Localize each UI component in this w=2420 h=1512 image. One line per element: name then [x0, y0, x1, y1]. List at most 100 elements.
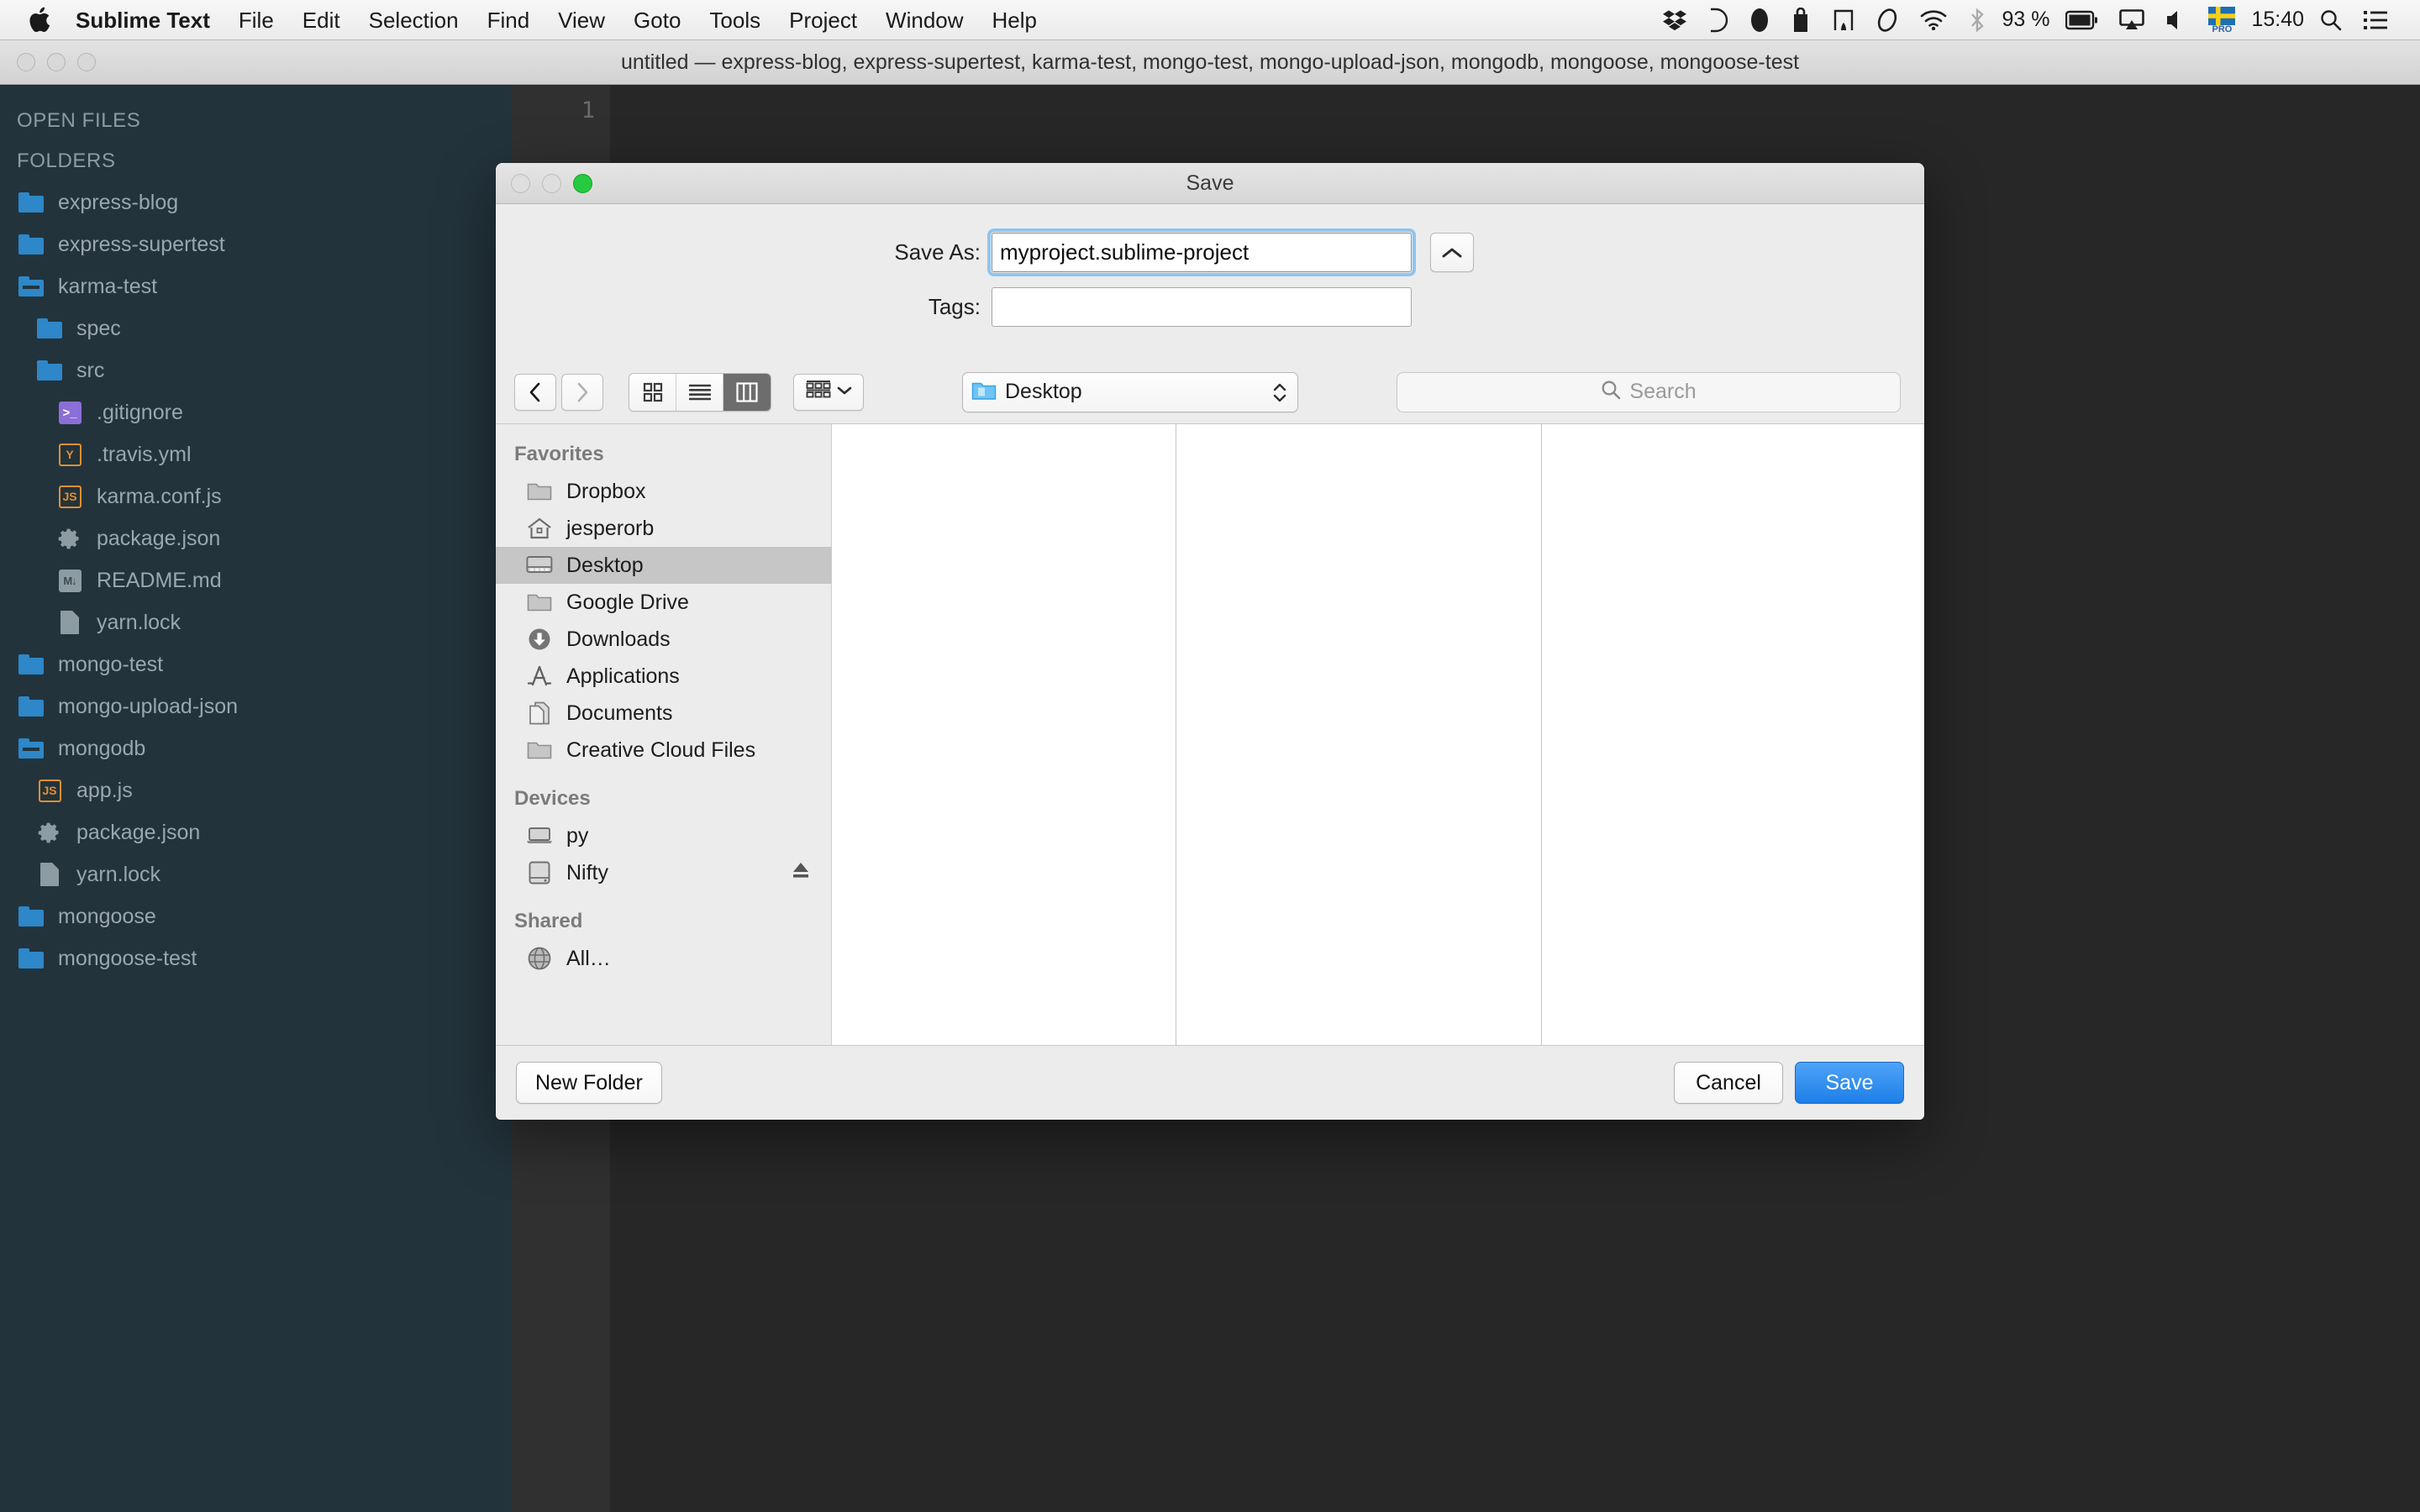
sidebar-item-app-js[interactable]: JS app.js	[0, 769, 511, 811]
sidebar-item-label: app.js	[76, 778, 133, 802]
sidebar-item-package-json-1[interactable]: package.json	[0, 517, 511, 559]
sidebar-item-karma-conf-js[interactable]: JS karma.conf.js	[0, 475, 511, 517]
place-item-creative-cloud-files[interactable]: Creative Cloud Files	[496, 732, 831, 769]
icon-view-icon[interactable]	[629, 373, 676, 411]
place-item-downloads[interactable]: Downloads	[496, 621, 831, 658]
folder-open-icon	[17, 736, 45, 761]
swedish-flag-icon[interactable]: PRO	[2197, 0, 2246, 40]
search-input[interactable]: Search	[1397, 371, 1901, 412]
sidebar-item-gitignore[interactable]: >_ .gitignore	[0, 391, 511, 433]
mouse-icon[interactable]	[1739, 0, 1780, 40]
wifi-icon[interactable]	[1909, 0, 1958, 40]
dropbox-icon[interactable]	[1652, 0, 1697, 40]
browser-column-1[interactable]	[832, 424, 1176, 1045]
chevron-up-icon[interactable]	[1430, 233, 1474, 272]
location-popup-button[interactable]: Desktop	[962, 371, 1298, 412]
sidebar-item-label: yarn.lock	[97, 610, 182, 634]
sidebar-item-yarn-lock-1[interactable]: yarn.lock	[0, 601, 511, 643]
sidebar-item-label: package.json	[97, 526, 221, 550]
sidebar-item-label: karma-test	[58, 274, 158, 298]
menu-item-selection[interactable]: Selection	[355, 0, 473, 40]
minimize-button[interactable]	[47, 53, 66, 71]
sidebar-item-label: mongo-upload-json	[58, 694, 239, 718]
project-sidebar[interactable]: OPEN FILES FOLDERS express-blog express-…	[0, 86, 511, 1512]
bluetooth-icon[interactable]	[1958, 0, 1996, 40]
place-item-documents[interactable]: Documents	[496, 695, 831, 732]
chevron-right-icon[interactable]	[561, 373, 603, 411]
place-item-dropbox[interactable]: Dropbox	[496, 473, 831, 510]
view-mode-segmented-control[interactable]	[629, 372, 771, 412]
place-item-py[interactable]: py	[496, 817, 831, 854]
eject-icon[interactable]	[791, 860, 811, 886]
file-browser-columns[interactable]	[832, 424, 1924, 1045]
places-sidebar[interactable]: Favorites Dropbox jesperorb Desktop Goog…	[496, 424, 832, 1045]
sidebar-item-travis-yml[interactable]: Y .travis.yml	[0, 433, 511, 475]
menu-item-tools[interactable]: Tools	[695, 0, 775, 40]
search-icon[interactable]	[2309, 0, 2353, 40]
folder-icon	[17, 190, 45, 215]
dialog-zoom-button[interactable]	[573, 173, 592, 193]
app-icon[interactable]	[1822, 0, 1865, 40]
menu-item-sublime-text[interactable]: Sublime Text	[72, 0, 224, 40]
notification-center-icon[interactable]	[2353, 0, 2398, 40]
menu-item-view[interactable]: View	[544, 0, 619, 40]
place-item-google-drive[interactable]: Google Drive	[496, 584, 831, 621]
apple-logo-icon[interactable]	[29, 7, 50, 33]
battery-icon[interactable]	[2054, 0, 2108, 40]
sidebar-item-package-json-2[interactable]: package.json	[0, 811, 511, 853]
sidebar-item-yarn-lock-2[interactable]: yarn.lock	[0, 853, 511, 895]
sidebar-item-readme-md[interactable]: M↓ README.md	[0, 559, 511, 601]
sidebar-item-label: .gitignore	[97, 400, 183, 424]
place-item-jesperorb[interactable]: jesperorb	[496, 510, 831, 547]
cloud-icon[interactable]	[1865, 0, 1909, 40]
menu-item-file[interactable]: File	[224, 0, 288, 40]
menu-item-window[interactable]: Window	[871, 0, 977, 40]
downloads-icon	[524, 627, 555, 652]
sidebar-item-mongo-upload-json[interactable]: mongo-upload-json	[0, 685, 511, 727]
clock-label[interactable]: 15:40	[2246, 8, 2309, 32]
sidebar-item-label: src	[76, 358, 105, 382]
sidebar-item-src[interactable]: src	[0, 349, 511, 391]
menu-item-find[interactable]: Find	[473, 0, 544, 40]
sidebar-item-mongo-test[interactable]: mongo-test	[0, 643, 511, 685]
folder-icon	[17, 946, 45, 971]
menu-bar-status-area: 93 % PRO 15:40	[1652, 0, 2420, 39]
sidebar-item-spec[interactable]: spec	[0, 307, 511, 349]
browser-column-2[interactable]	[1176, 424, 1542, 1045]
save-button[interactable]: Save	[1795, 1062, 1904, 1104]
places-section-favorites: Favorites	[514, 443, 604, 465]
place-item-all[interactable]: All…	[496, 940, 831, 977]
sidebar-item-mongoose-test[interactable]: mongoose-test	[0, 937, 511, 979]
sidebar-item-mongodb[interactable]: mongodb	[0, 727, 511, 769]
close-button[interactable]	[17, 53, 35, 71]
arrange-by-button[interactable]	[793, 373, 864, 411]
volume-icon[interactable]	[2155, 0, 2197, 40]
plain-file-icon	[35, 862, 64, 887]
place-item-nifty[interactable]: Nifty	[496, 854, 831, 891]
zoom-button[interactable]	[77, 53, 96, 71]
chevron-left-icon[interactable]	[514, 373, 556, 411]
sidebar-item-express-blog[interactable]: express-blog	[0, 181, 511, 223]
column-view-icon[interactable]	[723, 373, 771, 411]
browser-column-3[interactable]	[1542, 424, 1924, 1045]
tags-label: Tags:	[928, 294, 981, 319]
place-item-applications[interactable]: Applications	[496, 658, 831, 695]
sidebar-item-mongoose[interactable]: mongoose	[0, 895, 511, 937]
list-view-icon[interactable]	[676, 373, 723, 411]
d-app-icon[interactable]	[1697, 0, 1739, 40]
menu-item-help[interactable]: Help	[978, 0, 1051, 40]
new-folder-button[interactable]: New Folder	[516, 1062, 662, 1104]
cancel-button[interactable]: Cancel	[1674, 1062, 1783, 1104]
airplay-icon[interactable]	[2108, 0, 2155, 40]
save-dialog[interactable]: Save Save As: myproject.sublime-project …	[496, 163, 1924, 1120]
menu-item-edit[interactable]: Edit	[288, 0, 355, 40]
sidebar-item-karma-test[interactable]: karma-test	[0, 265, 511, 307]
menu-item-project[interactable]: Project	[775, 0, 871, 40]
place-item-label: Downloads	[566, 627, 671, 651]
backup-icon[interactable]	[1780, 0, 1822, 40]
save-as-input[interactable]: myproject.sublime-project	[987, 228, 1416, 276]
sidebar-item-express-supertest[interactable]: express-supertest	[0, 223, 511, 265]
place-item-desktop[interactable]: Desktop	[496, 547, 831, 584]
tags-input[interactable]	[992, 287, 1412, 327]
menu-item-goto[interactable]: Goto	[619, 0, 695, 40]
